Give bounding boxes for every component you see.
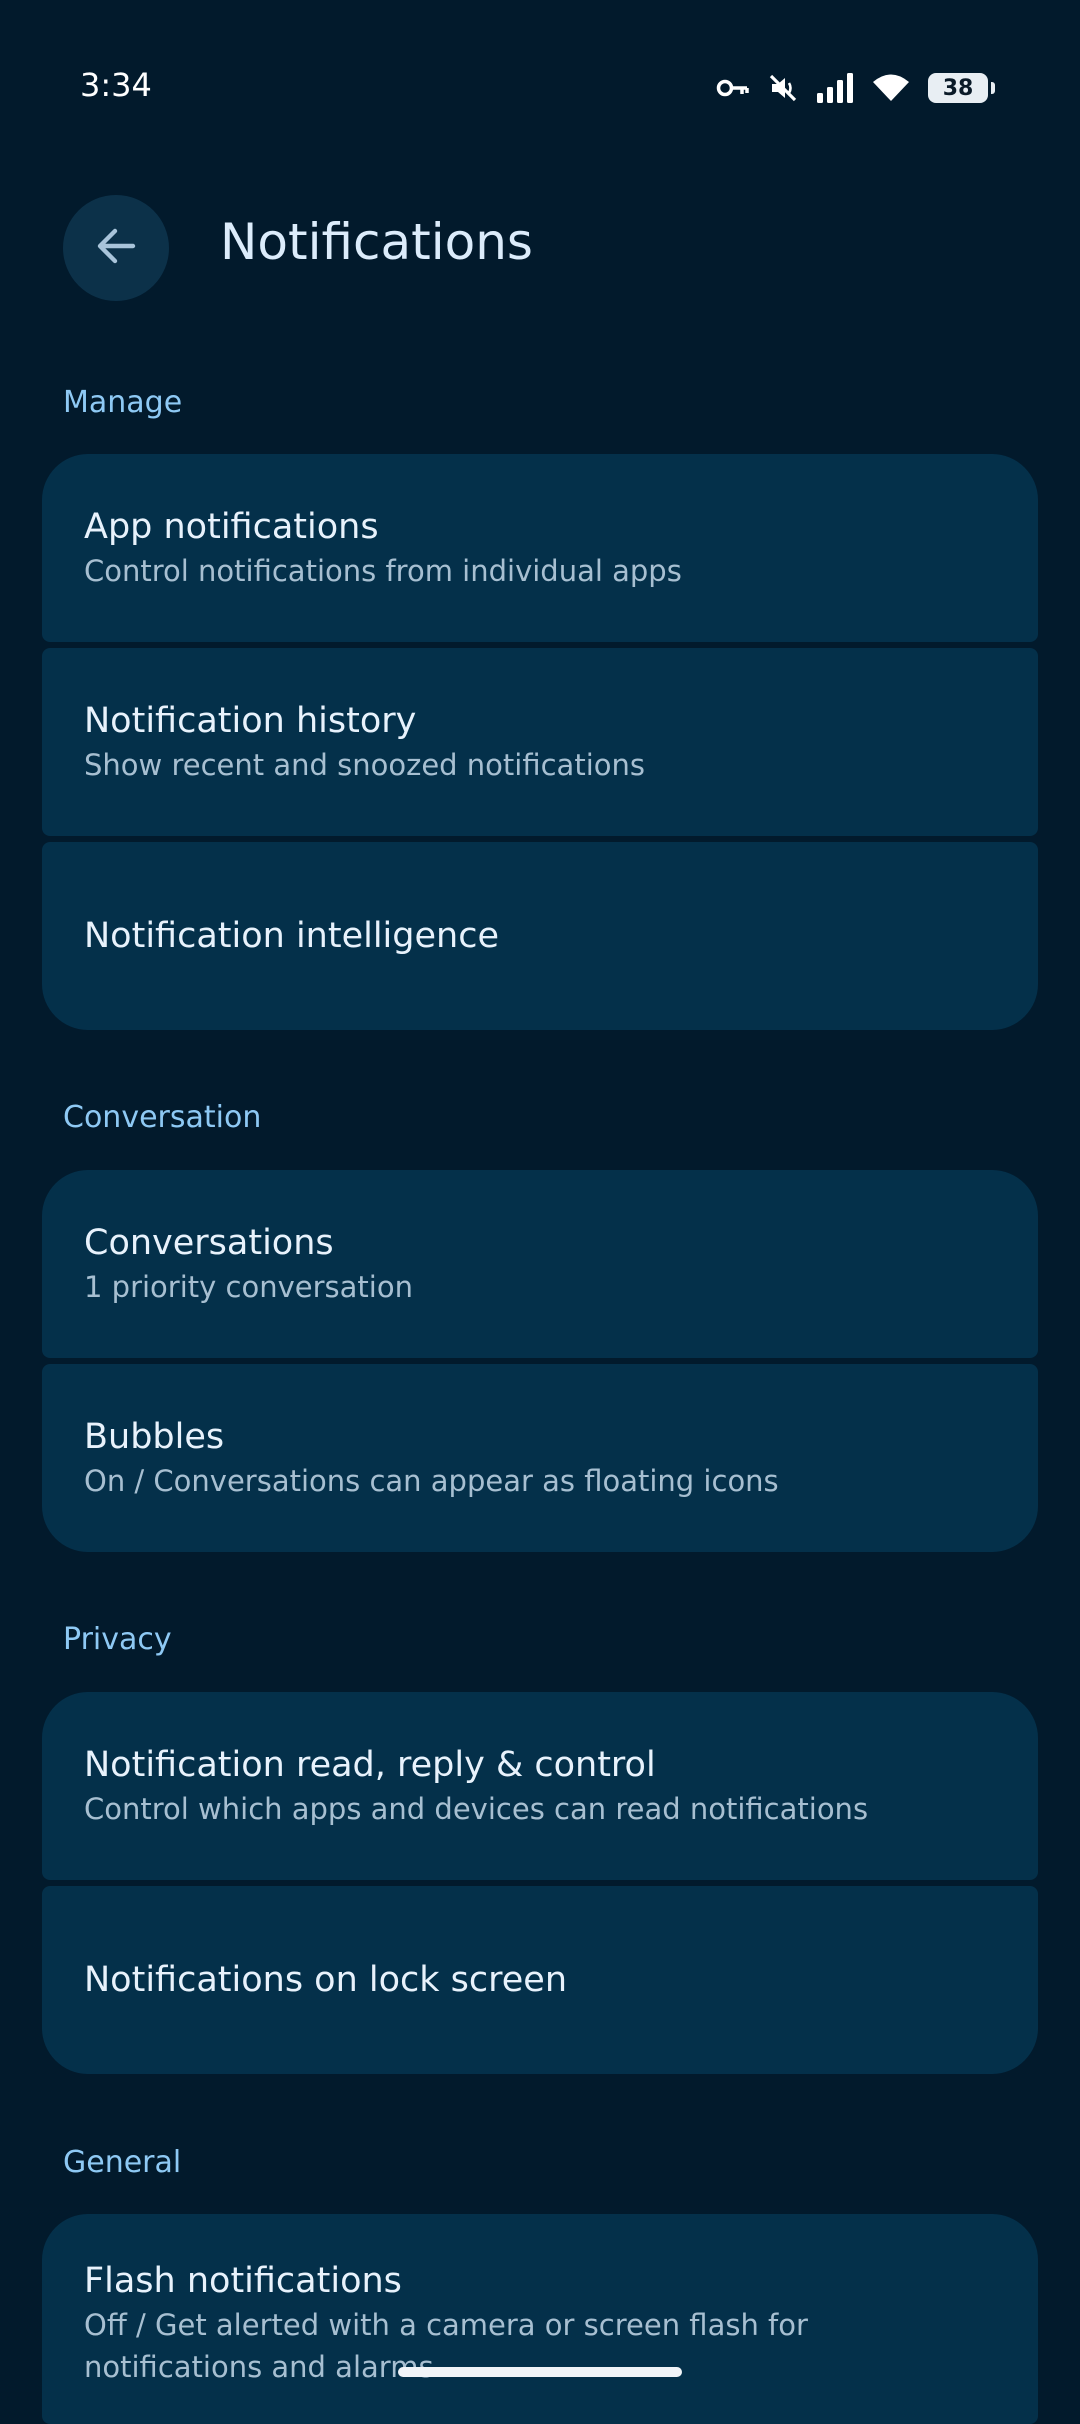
setting-subtitle: Control notifications from individual ap… — [84, 554, 682, 588]
page-title: Notifications — [220, 213, 533, 271]
setting-app-notifications[interactable]: App notifications Control notifications … — [42, 454, 1038, 642]
section-header-conversation: Conversation — [63, 1100, 262, 1135]
setting-title: Notifications on lock screen — [84, 1960, 568, 2000]
section-header-manage: Manage — [63, 385, 183, 420]
section-header-general: General — [63, 2145, 182, 2180]
setting-title: Notification history — [84, 701, 417, 741]
setting-subtitle: Show recent and snoozed notifications — [84, 748, 645, 782]
status-time: 3:34 — [80, 66, 152, 104]
section-header-privacy: Privacy — [63, 1622, 172, 1657]
setting-bubbles[interactable]: Bubbles On / Conversations can appear as… — [42, 1364, 1038, 1552]
setting-title: Conversations — [84, 1223, 334, 1263]
wifi-icon — [872, 73, 910, 103]
setting-conversations[interactable]: Conversations 1 priority conversation — [42, 1170, 1038, 1358]
setting-flash-notifications[interactable]: Flash notifications Off / Get alerted wi… — [42, 2214, 1038, 2424]
setting-notification-intelligence[interactable]: Notification intelligence — [42, 842, 1038, 1030]
vpn-key-icon — [716, 76, 750, 100]
status-bar: 3:34 38 — [0, 0, 1080, 170]
setting-title: App notifications — [84, 507, 379, 547]
muted-icon — [768, 73, 798, 103]
signal-icon — [816, 73, 854, 103]
setting-subtitle: Control which apps and devices can read … — [84, 1792, 869, 1826]
battery-icon: 38 — [928, 73, 995, 103]
setting-notifications-on-lock-screen[interactable]: Notifications on lock screen — [42, 1886, 1038, 2074]
back-button[interactable] — [63, 195, 169, 301]
setting-title: Flash notifications — [84, 2261, 402, 2301]
home-indicator[interactable] — [398, 2367, 682, 2377]
arrow-back-icon — [93, 223, 139, 273]
status-icons: 38 — [716, 68, 995, 108]
battery-level: 38 — [942, 75, 974, 101]
setting-title: Notification intelligence — [84, 916, 499, 956]
setting-notification-read-reply-control[interactable]: Notification read, reply & control Contr… — [42, 1692, 1038, 1880]
setting-title: Notification read, reply & control — [84, 1745, 656, 1785]
setting-title: Bubbles — [84, 1417, 225, 1457]
setting-subtitle: On / Conversations can appear as floatin… — [84, 1464, 779, 1498]
setting-notification-history[interactable]: Notification history Show recent and sno… — [42, 648, 1038, 836]
setting-subtitle: 1 priority conversation — [84, 1270, 413, 1304]
